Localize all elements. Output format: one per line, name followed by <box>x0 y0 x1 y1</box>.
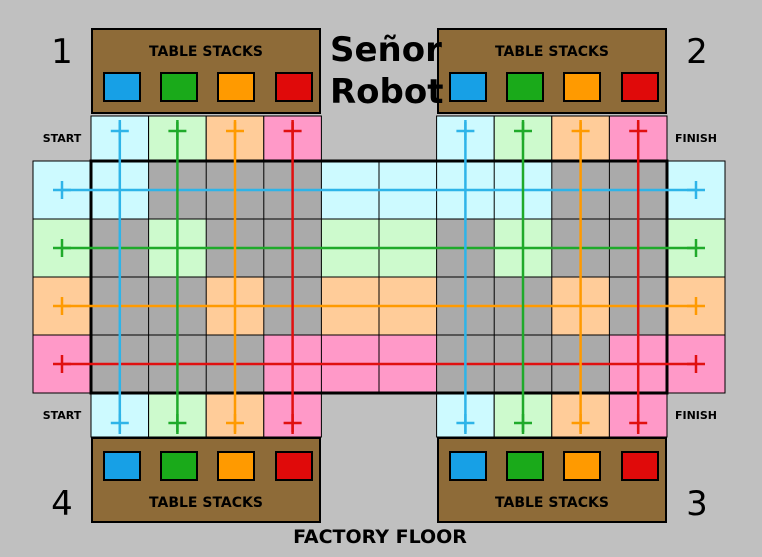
factory-floor-grid <box>32 115 726 438</box>
game-board: TABLE STACKS TABLE STACKS TABLE STACKS T… <box>0 0 762 557</box>
